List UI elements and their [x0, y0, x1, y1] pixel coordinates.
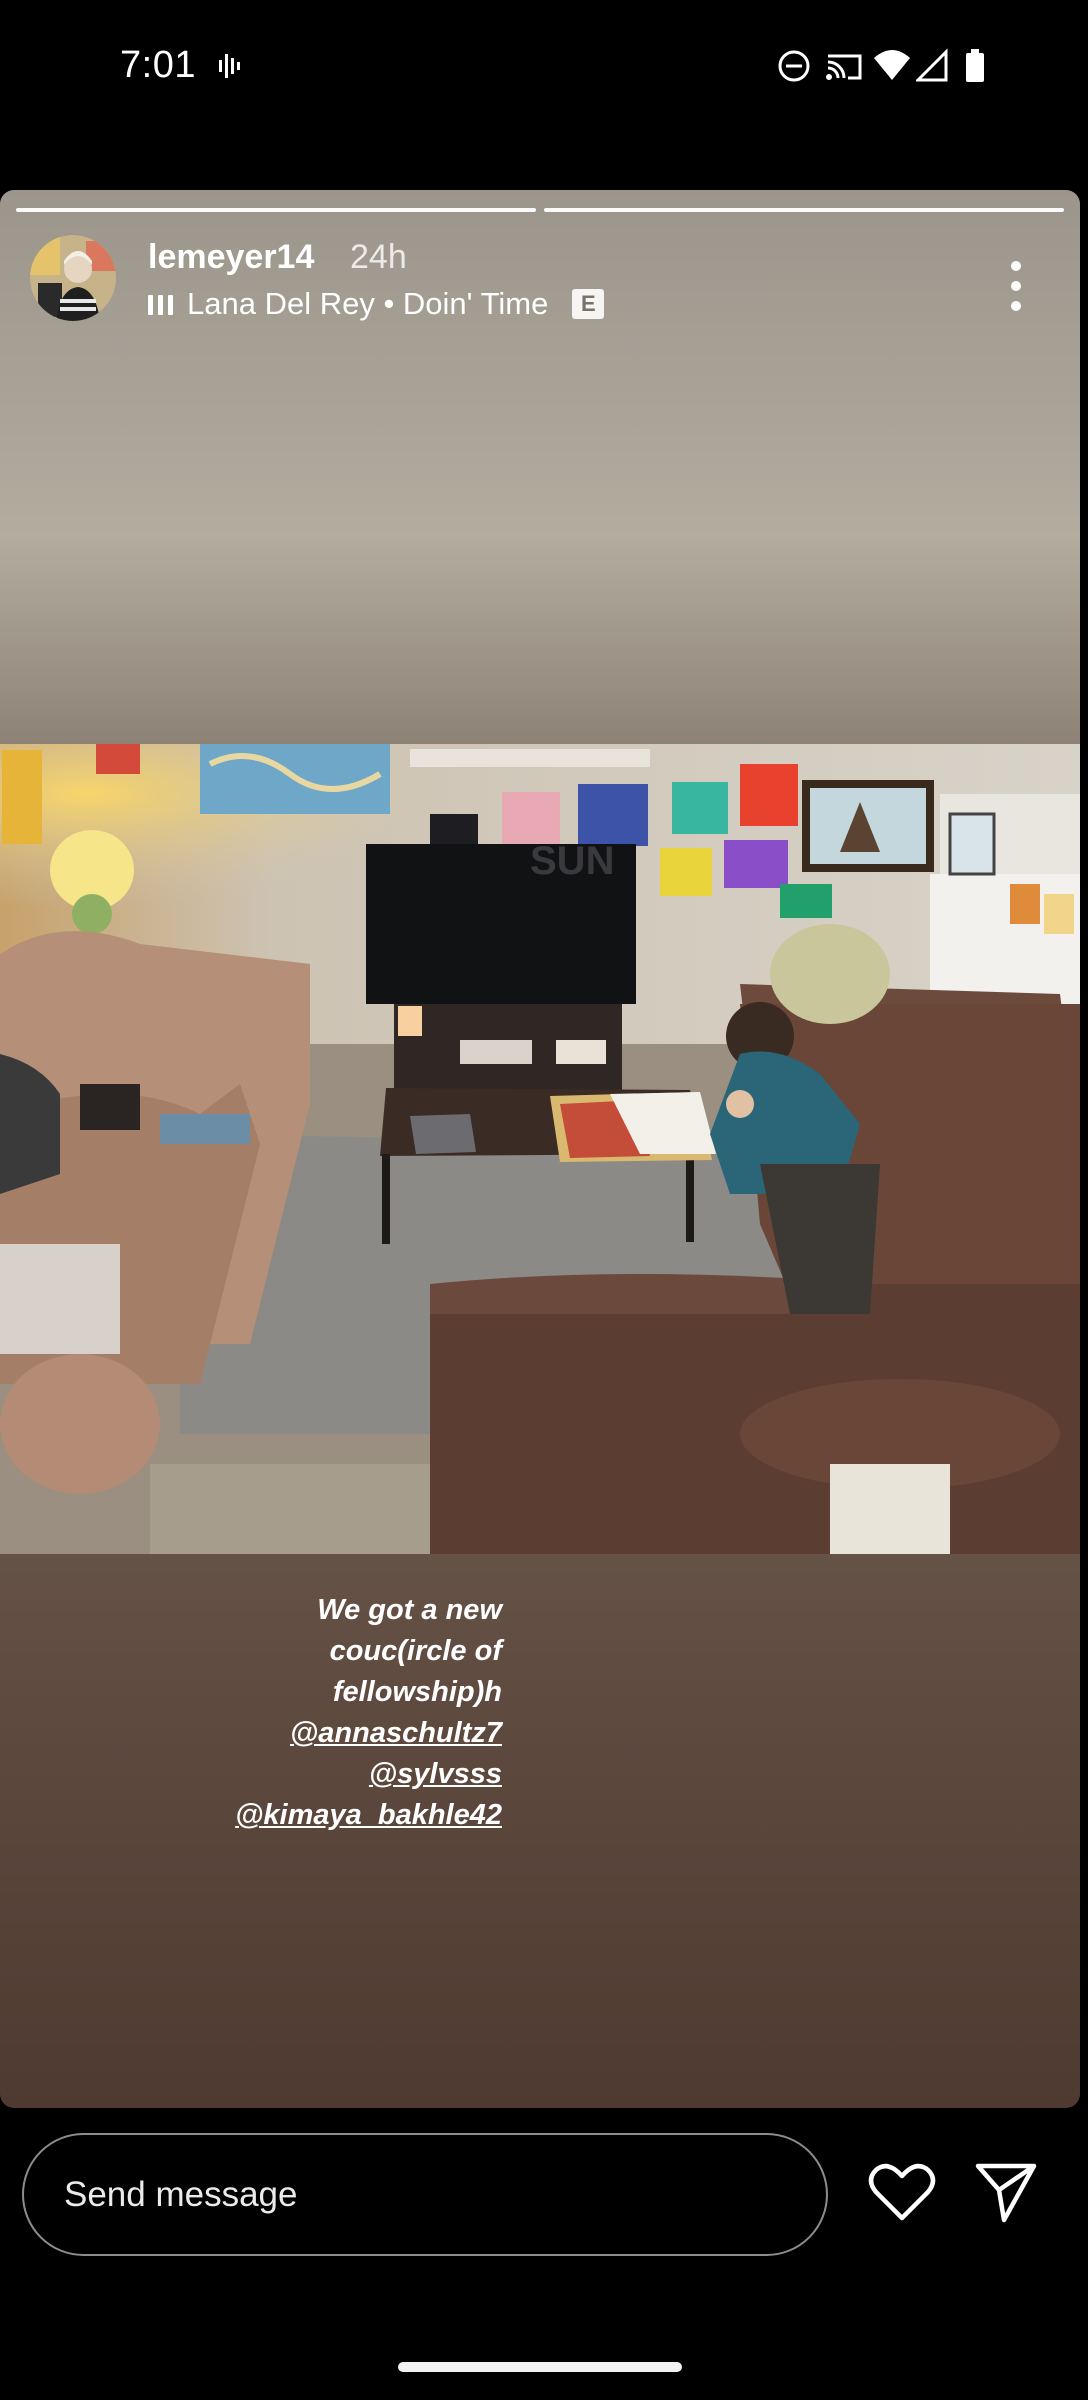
music-sticker[interactable]: Lana Del Rey • Doin' Time E	[148, 286, 605, 322]
music-track-label: Lana Del Rey • Doin' Time	[187, 286, 549, 321]
progress-segment-2	[544, 208, 1064, 212]
do-not-disturb-icon	[778, 50, 810, 82]
caption-line-2: couc(ircle of	[329, 1635, 502, 1667]
mention-link[interactable]: @sylvsss	[150, 1754, 502, 1795]
home-indicator[interactable]	[398, 2362, 682, 2372]
more-vertical-icon[interactable]	[1004, 256, 1028, 316]
post-timestamp: 24h	[350, 238, 407, 276]
caption-line-3: fellowship)h	[332, 1676, 502, 1708]
caption-line-1: We got a new	[317, 1594, 502, 1626]
heart-icon[interactable]	[868, 2162, 936, 2222]
story-photo: SUN	[0, 744, 1080, 1554]
progress-segment-1	[16, 208, 536, 212]
cell-signal-icon	[916, 48, 948, 82]
explicit-badge: E	[572, 289, 605, 319]
status-time: 7:01	[120, 44, 196, 86]
username[interactable]: lemeyer14	[148, 238, 314, 277]
tv-screen-text: SUN	[530, 839, 614, 883]
status-bar: 7:01	[0, 0, 1088, 130]
mention-link[interactable]: @kimaya_bakhle42	[150, 1795, 502, 1836]
music-bars-icon	[148, 293, 173, 315]
mention-link[interactable]: @annaschultz7	[150, 1713, 502, 1754]
cast-icon	[826, 54, 862, 80]
story-viewer[interactable]: lemeyer14 24h Lana Del Rey • Doin' Time …	[0, 190, 1080, 2108]
voice-activity-icon	[219, 54, 240, 78]
send-message-field[interactable]	[22, 2133, 828, 2256]
avatar[interactable]	[30, 235, 116, 321]
battery-icon	[966, 49, 984, 82]
story-caption: We got a new couc(ircle of fellowship)h …	[150, 1590, 502, 1836]
message-input[interactable]	[64, 2163, 764, 2227]
wifi-icon	[874, 50, 910, 80]
send-icon[interactable]	[974, 2160, 1038, 2224]
